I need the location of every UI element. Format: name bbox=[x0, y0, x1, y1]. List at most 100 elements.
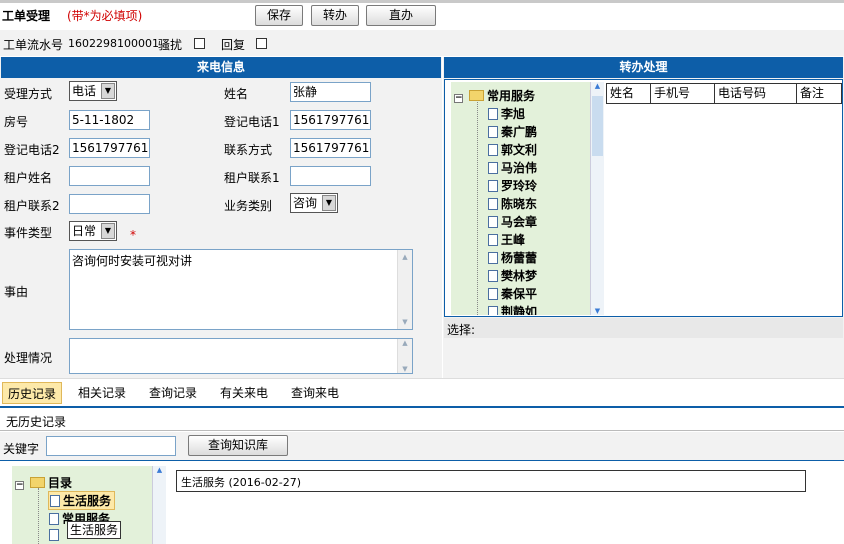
tree-root-label: 常用服务 bbox=[487, 89, 536, 103]
serial-label: 工单流水号 bbox=[3, 38, 64, 52]
transfer-table-header: 姓名 手机号 电话号码 备注 bbox=[606, 83, 842, 104]
accept-method-select[interactable]: 电话 ▼ bbox=[69, 81, 117, 101]
person-name: 陈晓东 bbox=[501, 197, 538, 211]
business-type-label: 业务类别 bbox=[224, 199, 273, 213]
tab-query-calls[interactable]: 查询来电 bbox=[286, 382, 344, 404]
tab-related-calls[interactable]: 有关来电 bbox=[215, 382, 273, 404]
tooltip: 生活服务 bbox=[67, 521, 122, 539]
person-name: 马会章 bbox=[501, 215, 538, 229]
contact-label: 联系方式 bbox=[224, 143, 273, 157]
top-border bbox=[0, 0, 844, 3]
dropdown-arrow-icon: ▼ bbox=[101, 223, 115, 239]
tenant-contact2-input[interactable] bbox=[69, 194, 150, 214]
save-button[interactable]: 保存 bbox=[255, 5, 303, 26]
tab-query-records[interactable]: 查询记录 bbox=[144, 382, 202, 404]
harass-checkbox[interactable] bbox=[194, 38, 205, 49]
scroll-up-icon[interactable]: ▲ bbox=[398, 250, 412, 264]
tree-person-item[interactable]: 秦保平 bbox=[488, 285, 537, 302]
tree-person-item[interactable]: 陈晓东 bbox=[488, 195, 537, 212]
handling-label: 处理情况 bbox=[4, 351, 53, 365]
scroll-down-icon[interactable]: ▼ bbox=[398, 365, 412, 373]
transfer-tree-scrollbar[interactable]: ▲ ▼ bbox=[590, 82, 604, 315]
document-icon bbox=[488, 144, 498, 156]
tenant-contact1-label: 租户联系1 bbox=[224, 171, 280, 185]
collapse-icon[interactable]: − bbox=[15, 481, 24, 490]
tab-history[interactable]: 历史记录 bbox=[2, 382, 63, 404]
handling-scrollbar[interactable]: ▲ ▼ bbox=[397, 339, 412, 373]
knowledge-item-selected[interactable]: 生活服务 bbox=[48, 491, 116, 510]
document-icon bbox=[488, 180, 498, 192]
knowledge-tree-root[interactable]: − 目录 bbox=[15, 474, 72, 491]
document-icon bbox=[50, 495, 60, 507]
tree-person-item[interactable]: 李旭 bbox=[488, 105, 525, 122]
search-knowledge-button[interactable]: 查询知识库 bbox=[188, 435, 288, 456]
reply-label: 回复 bbox=[221, 38, 246, 52]
name-input[interactable]: 张静 bbox=[290, 82, 371, 102]
tree-person-item[interactable]: 秦广鹏 bbox=[488, 123, 537, 140]
person-name: 樊林梦 bbox=[501, 269, 538, 283]
tree-person-item[interactable]: 王峰 bbox=[488, 231, 525, 248]
document-icon bbox=[488, 234, 498, 246]
reason-textarea[interactable]: 咨询何时安装可视对讲 ▲ ▼ bbox=[69, 249, 413, 330]
select-bar: 选择: bbox=[444, 318, 843, 338]
contact-input[interactable]: 15617977612 bbox=[290, 138, 371, 158]
knowledge-search-bar: 关键字 查询知识库 bbox=[0, 432, 844, 460]
name-label: 姓名 bbox=[224, 87, 249, 101]
tree-connector bbox=[477, 102, 478, 315]
document-icon bbox=[488, 162, 498, 174]
col-phone: 电话号码 bbox=[715, 84, 797, 103]
tree-root-label: 目录 bbox=[48, 476, 73, 490]
direct-handle-button[interactable]: 直办 bbox=[366, 5, 436, 26]
document-icon-partial bbox=[49, 528, 62, 542]
scroll-up-icon[interactable]: ▲ bbox=[591, 82, 604, 90]
person-name: 罗玲玲 bbox=[501, 179, 538, 193]
tab-related[interactable]: 相关记录 bbox=[73, 382, 131, 404]
document-icon bbox=[488, 288, 498, 300]
scroll-up-icon[interactable]: ▲ bbox=[153, 466, 166, 474]
scroll-thumb[interactable] bbox=[592, 96, 603, 156]
knowledge-tree-scrollbar[interactable]: ▲ bbox=[152, 466, 166, 544]
tenant-name-input[interactable] bbox=[69, 166, 150, 186]
transfer-header: 转办处理 bbox=[444, 57, 843, 78]
tree-person-item[interactable]: 杨蕾蕾 bbox=[488, 249, 537, 266]
event-type-label: 事件类型 bbox=[4, 226, 53, 240]
document-icon bbox=[488, 126, 498, 138]
tree-person-item[interactable]: 罗玲玲 bbox=[488, 177, 537, 194]
scroll-up-icon[interactable]: ▲ bbox=[398, 339, 412, 347]
event-type-select[interactable]: 日常 ▼ bbox=[69, 221, 117, 241]
knowledge-result[interactable]: 生活服务 (2016-02-27) bbox=[176, 470, 806, 492]
business-type-select[interactable]: 咨询 ▼ bbox=[290, 193, 338, 213]
tree-person-item[interactable]: 马治伟 bbox=[488, 159, 537, 176]
ticket-info-bar: 工单流水号 1602298100001 骚扰 回复 bbox=[0, 30, 844, 56]
person-name: 郭文利 bbox=[501, 143, 538, 157]
person-name: 秦广鹏 bbox=[501, 125, 538, 139]
collapse-icon[interactable]: − bbox=[454, 94, 463, 103]
tree-person-item[interactable]: 荆静如 bbox=[488, 303, 537, 315]
reg-phone1-input[interactable]: 15617977612 bbox=[290, 110, 371, 130]
document-icon bbox=[49, 513, 59, 525]
tenant-contact1-input[interactable] bbox=[290, 166, 371, 186]
room-input[interactable]: 5-11-1802 bbox=[69, 110, 150, 130]
reg-phone2-input[interactable]: 15617977612 bbox=[69, 138, 150, 158]
scroll-down-icon[interactable]: ▼ bbox=[398, 315, 412, 329]
document-icon bbox=[488, 216, 498, 228]
keyword-input[interactable] bbox=[46, 436, 176, 456]
transfer-button[interactable]: 转办 bbox=[311, 5, 359, 26]
reason-scrollbar[interactable]: ▲ ▼ bbox=[397, 250, 412, 329]
tree-person-item[interactable]: 樊林梦 bbox=[488, 267, 537, 284]
select-label: 选择: bbox=[447, 323, 476, 337]
dropdown-arrow-icon: ▼ bbox=[322, 195, 336, 211]
tree-person-item[interactable]: 马会章 bbox=[488, 213, 537, 230]
tree-person-item[interactable]: 郭文利 bbox=[488, 141, 537, 158]
required-note: (带*为必填项) bbox=[67, 9, 143, 23]
person-name: 马治伟 bbox=[501, 161, 538, 175]
person-name: 李旭 bbox=[501, 107, 526, 121]
document-icon bbox=[488, 270, 498, 282]
accept-method-value: 电话 bbox=[72, 84, 97, 98]
handling-textarea[interactable] bbox=[69, 338, 413, 374]
document-icon bbox=[488, 306, 498, 315]
tree-root-common-service[interactable]: − 常用服务 bbox=[454, 87, 535, 104]
tenant-contact2-label: 租户联系2 bbox=[4, 199, 60, 213]
scroll-down-icon[interactable]: ▼ bbox=[591, 307, 604, 315]
reply-checkbox[interactable] bbox=[256, 38, 267, 49]
